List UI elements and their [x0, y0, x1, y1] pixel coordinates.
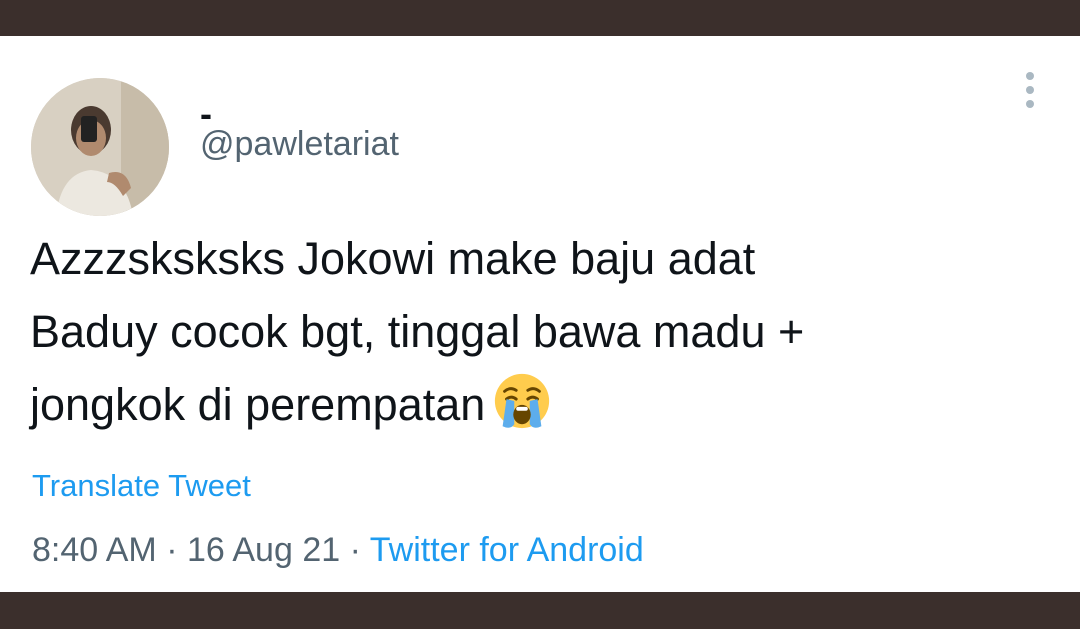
- tweet-text-line: Baduy cocok bgt, tinggal bawa madu +: [30, 306, 805, 357]
- loudly-crying-face-icon: [495, 373, 550, 429]
- tweet-date[interactable]: 16 Aug 21: [187, 531, 340, 569]
- tweet-text-line: Azzzsksksks Jokowi make baju adat: [30, 233, 756, 284]
- tweet-text: Azzzsksksks Jokowi make baju adat Baduy …: [30, 222, 1050, 441]
- tweet-metadata: 8:40 AM · 16 Aug 21 · Twitter for Androi…: [32, 530, 644, 570]
- meta-separator: ·: [166, 531, 178, 569]
- translate-tweet-link[interactable]: Translate Tweet: [32, 468, 251, 504]
- avatar-photo: [31, 78, 169, 216]
- meta-separator: ·: [349, 531, 361, 569]
- tweet-time[interactable]: 8:40 AM: [32, 531, 157, 569]
- more-options-button[interactable]: [1010, 66, 1050, 116]
- tweet-text-line-last: jongkok di perempatan: [30, 368, 1050, 441]
- tweet-card: - @pawletariat Azzzsksksks Jokowi make b…: [0, 36, 1080, 592]
- user-handle[interactable]: @pawletariat: [200, 124, 399, 164]
- more-vertical-icon: [1026, 72, 1034, 108]
- tweet-text-line: jongkok di perempatan: [30, 379, 486, 430]
- avatar[interactable]: [31, 78, 169, 216]
- screenshot-frame: - @pawletariat Azzzsksksks Jokowi make b…: [0, 0, 1080, 629]
- tweet-source-link[interactable]: Twitter for Android: [370, 531, 644, 569]
